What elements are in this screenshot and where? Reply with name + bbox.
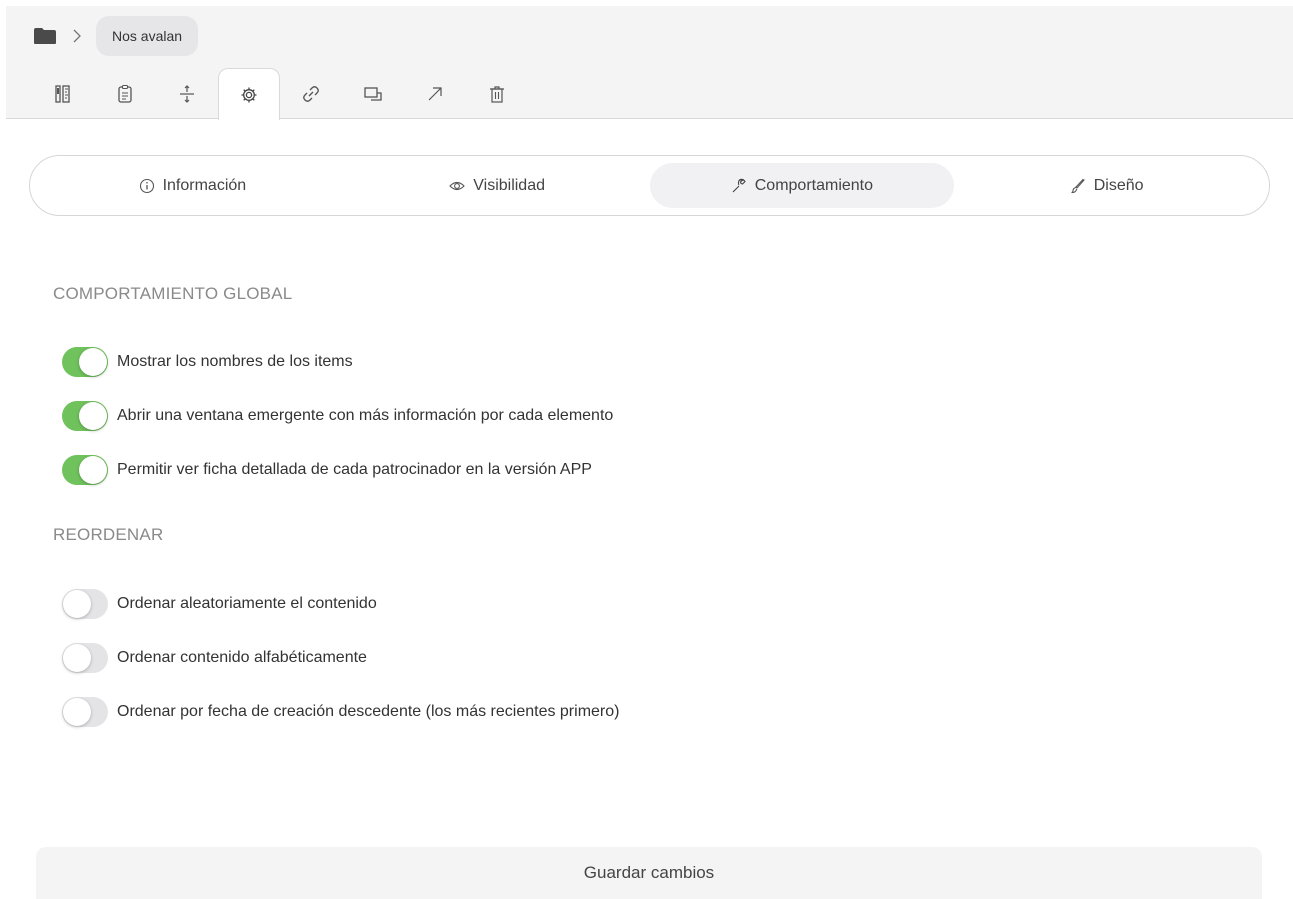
brush-icon [1071, 178, 1085, 193]
save-button[interactable]: Guardar cambios [36, 847, 1262, 899]
tab-comportamiento[interactable]: Comportamiento [649, 163, 955, 208]
toggle-knob [63, 590, 91, 618]
tab-visibilidad[interactable]: Visibilidad [345, 163, 650, 208]
clipboard-list-icon [118, 84, 132, 103]
window-icon [364, 86, 382, 101]
option-show-item-names: Mostrar los nombres de los items [62, 347, 353, 377]
tab-label: Diseño [1093, 176, 1144, 194]
option-random-order: Ordenar aleatoriamente el contenido [62, 589, 377, 619]
option-detail-sheet: Permitir ver ficha detallada de cada pat… [62, 455, 592, 485]
tool-link[interactable] [280, 68, 342, 119]
toggle-knob [79, 348, 107, 376]
tool-ruler[interactable] [32, 68, 94, 119]
tab-label: Visibilidad [473, 176, 545, 194]
ruler-icon [55, 84, 70, 103]
tool-spacing[interactable] [156, 68, 218, 119]
top-bar: Nos avalan [6, 6, 1293, 120]
link-icon [303, 85, 319, 102]
breadcrumb-current[interactable]: Nos avalan [96, 16, 199, 56]
option-open-popup: Abrir una ventana emergente con más info… [62, 401, 613, 431]
option-label: Mostrar los nombres de los items [117, 353, 353, 370]
chevron-right-icon [72, 26, 86, 46]
info-icon [139, 178, 154, 193]
tab-informacion[interactable]: Información [40, 163, 345, 208]
option-label: Ordenar aleatoriamente el contenido [117, 595, 377, 612]
toolbar [32, 68, 528, 120]
settings-tabs: Información Visibilidad Comportamiento D… [29, 155, 1270, 216]
option-alphabetical-order: Ordenar contenido alfabéticamente [62, 643, 367, 673]
spacing-icon [180, 84, 194, 103]
section-title-global: COMPORTAMIENTO GLOBAL [53, 284, 293, 303]
tool-delete[interactable] [466, 68, 528, 119]
gear-icon [241, 87, 257, 102]
toggle-switch[interactable] [62, 697, 108, 727]
option-label: Ordenar contenido alfabéticamente [117, 649, 367, 666]
tab-diseno[interactable]: Diseño [954, 163, 1259, 208]
toggle-switch[interactable] [62, 643, 108, 673]
option-label: Ordenar por fecha de creación descedente… [117, 703, 620, 720]
tab-label: Comportamiento [754, 176, 874, 194]
toggle-switch[interactable] [62, 455, 108, 485]
toggle-knob [63, 698, 91, 726]
toggle-switch[interactable] [62, 401, 108, 431]
tab-label: Información [162, 176, 247, 194]
option-label: Permitir ver ficha detallada de cada pat… [117, 461, 592, 478]
toggle-knob [79, 402, 107, 430]
toggle-knob [79, 456, 107, 484]
toggle-knob [63, 644, 91, 672]
arrow-up-right-icon [428, 86, 442, 100]
option-date-order: Ordenar por fecha de creación descedente… [62, 697, 619, 727]
trash-icon [490, 85, 504, 103]
tool-clipboard[interactable] [94, 68, 156, 119]
tool-settings[interactable] [218, 68, 280, 120]
tool-window[interactable] [342, 68, 404, 119]
toggle-switch[interactable] [62, 347, 108, 377]
breadcrumb: Nos avalan [32, 16, 199, 56]
tool-open-external[interactable] [404, 68, 466, 119]
toggle-switch[interactable] [62, 589, 108, 619]
eye-icon [449, 181, 466, 190]
wrench-icon [732, 178, 746, 192]
option-label: Abrir una ventana emergente con más info… [117, 407, 614, 424]
section-title-reorder: REORDENAR [53, 525, 164, 544]
folder-icon[interactable] [32, 25, 58, 47]
